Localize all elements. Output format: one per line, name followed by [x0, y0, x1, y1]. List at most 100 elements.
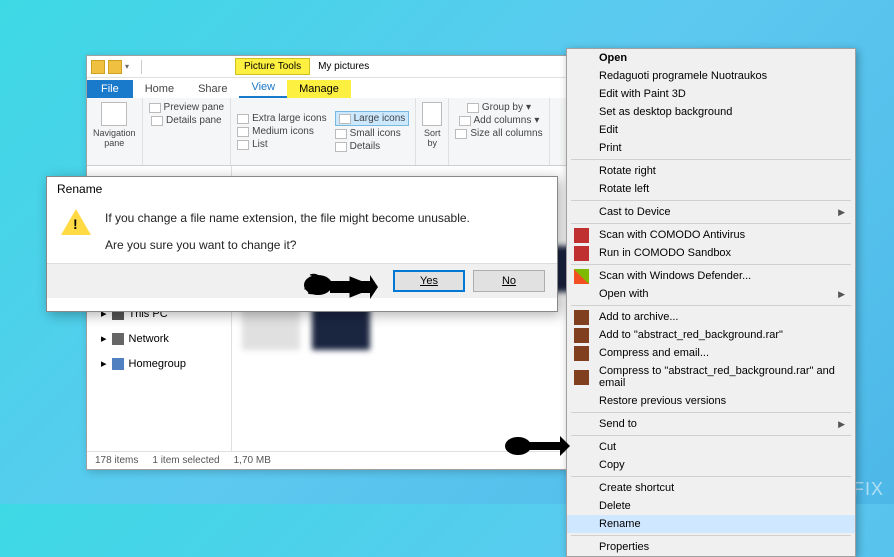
size-all-label: Size all columns	[470, 128, 542, 139]
ctx-rotate-l[interactable]: Rotate left	[567, 180, 855, 198]
defender-icon	[574, 269, 589, 284]
nav-pane-label: Navigation pane	[93, 128, 136, 148]
sidebar-item-homegroup[interactable]: ▸ Homegroup	[91, 355, 227, 372]
network-label: Network	[129, 333, 169, 345]
details-pane-button[interactable]: Details pane	[151, 115, 222, 126]
ctx-open[interactable]: Open	[567, 49, 855, 67]
layout-icon	[335, 129, 347, 139]
preview-pane-button[interactable]: Preview pane	[149, 102, 225, 113]
ctx-open-with-label: Open with	[599, 288, 649, 300]
ctx-scan-comodo[interactable]: Scan with COMODO Antivirus	[567, 226, 855, 244]
ctx-open-label: Open	[599, 52, 627, 64]
tab-manage[interactable]: Manage	[287, 80, 351, 98]
ctx-scan-def[interactable]: Scan with Windows Defender...	[567, 267, 855, 285]
list-label: List	[252, 139, 268, 150]
ctx-restore-label: Restore previous versions	[599, 395, 726, 407]
ctx-delete[interactable]: Delete	[567, 497, 855, 515]
list-button[interactable]: List	[237, 139, 326, 150]
details-icon	[151, 116, 163, 126]
ctx-edit-prog[interactable]: Redaguoti programele Nuotraukos	[567, 67, 855, 85]
chevron-right-icon: ▶	[838, 207, 845, 218]
ctx-rotate-l-label: Rotate left	[599, 183, 649, 195]
ctx-set-bg[interactable]: Set as desktop background	[567, 103, 855, 121]
status-items: 178 items	[95, 455, 138, 468]
tab-share[interactable]: Share	[186, 80, 239, 98]
details-view-button[interactable]: Details	[335, 141, 410, 152]
small-label: Small icons	[350, 128, 401, 139]
rar-icon	[574, 370, 589, 385]
ctx-cut[interactable]: Cut	[567, 438, 855, 456]
details-pane-label: Details pane	[166, 115, 222, 126]
sort-icon[interactable]	[422, 102, 442, 126]
ctx-cast[interactable]: Cast to Device▶	[567, 203, 855, 221]
quick-access-toolbar: ▾	[91, 60, 145, 74]
ctx-shortcut[interactable]: Create shortcut	[567, 479, 855, 497]
ctx-restore[interactable]: Restore previous versions	[567, 392, 855, 410]
ctx-separator	[571, 476, 851, 477]
ctx-properties[interactable]: Properties	[567, 538, 855, 556]
add-columns-label: Add columns	[474, 115, 532, 126]
add-columns-button[interactable]: Add columns ▾	[459, 115, 540, 126]
dialog-line1: If you change a file name extension, the…	[105, 209, 470, 228]
size-all-button[interactable]: Size all columns	[455, 128, 542, 139]
dialog-line2: Are you sure you want to change it?	[105, 236, 470, 255]
extra-large-icons-button[interactable]: Extra large icons	[237, 113, 326, 124]
dialog-body: ! If you change a file name extension, t…	[47, 201, 557, 263]
layout-icon	[237, 140, 249, 150]
ctx-edit[interactable]: Edit	[567, 121, 855, 139]
layout-icon	[237, 114, 249, 124]
ctx-add-to[interactable]: Add to "abstract_red_background.rar"	[567, 326, 855, 344]
ctx-separator	[571, 223, 851, 224]
ctx-rotate-r[interactable]: Rotate right	[567, 162, 855, 180]
picture-tools-tab[interactable]: Picture Tools	[235, 58, 310, 75]
ctx-properties-label: Properties	[599, 541, 649, 553]
ctx-separator	[571, 159, 851, 160]
ribbon-current-view-group: Group by ▾ Add columns ▾ Size all column…	[449, 98, 549, 165]
ctx-separator	[571, 412, 851, 413]
ctx-send-to[interactable]: Send to▶	[567, 415, 855, 433]
preview-pane-label: Preview pane	[164, 102, 225, 113]
folder-icon	[91, 60, 105, 74]
details-label: Details	[350, 141, 381, 152]
comodo-icon	[574, 228, 589, 243]
ctx-separator	[571, 305, 851, 306]
nav-pane-icon[interactable]	[101, 102, 127, 126]
ctx-delete-label: Delete	[599, 500, 631, 512]
ctx-print[interactable]: Print	[567, 139, 855, 157]
rar-icon	[574, 328, 589, 343]
group-by-button[interactable]: Group by ▾	[467, 102, 531, 113]
tab-file[interactable]: File	[87, 80, 133, 98]
medium-icons-button[interactable]: Medium icons	[237, 126, 326, 137]
tab-view[interactable]: View	[239, 78, 287, 98]
no-button[interactable]: No	[473, 270, 545, 292]
ctx-run-comodo[interactable]: Run in COMODO Sandbox	[567, 244, 855, 262]
dialog-title: Rename	[47, 177, 557, 201]
ctx-comp-email[interactable]: Compress and email...	[567, 344, 855, 362]
ctx-add-to-label: Add to "abstract_red_background.rar"	[599, 329, 783, 341]
ctx-scan-def-label: Scan with Windows Defender...	[599, 270, 751, 282]
ctx-copy-label: Copy	[599, 459, 625, 471]
chevron-down-icon[interactable]: ▾	[125, 62, 135, 72]
small-icons-button[interactable]: Small icons	[335, 128, 410, 139]
rar-icon	[574, 310, 589, 325]
tab-home[interactable]: Home	[133, 80, 186, 98]
ctx-add-archive[interactable]: Add to archive...	[567, 308, 855, 326]
ribbon-panes-group: Navigation pane	[87, 98, 143, 165]
large-icons-button[interactable]: Large icons	[335, 111, 410, 126]
ctx-copy[interactable]: Copy	[567, 456, 855, 474]
ribbon-sort-group: Sort by	[416, 98, 449, 165]
yes-button[interactable]: Yes	[393, 270, 465, 292]
ribbon-layout-group: Extra large icons Medium icons List Larg…	[231, 98, 416, 165]
dialog-text: If you change a file name extension, the…	[105, 209, 470, 255]
ctx-rename[interactable]: Rename	[567, 515, 855, 533]
chevron-right-icon: ▶	[838, 289, 845, 300]
ctx-paint3d[interactable]: Edit with Paint 3D	[567, 85, 855, 103]
ctx-comp-to[interactable]: Compress to "abstract_red_background.rar…	[567, 362, 855, 392]
ctx-open-with[interactable]: Open with ▶	[567, 285, 855, 303]
sidebar-item-network[interactable]: ▸ Network	[91, 330, 227, 347]
large-label: Large icons	[354, 113, 406, 124]
ctx-separator	[571, 535, 851, 536]
homegroup-label: Homegroup	[129, 358, 186, 370]
ctx-send-to-label: Send to	[599, 418, 637, 430]
ctx-run-comodo-label: Run in COMODO Sandbox	[599, 247, 731, 259]
